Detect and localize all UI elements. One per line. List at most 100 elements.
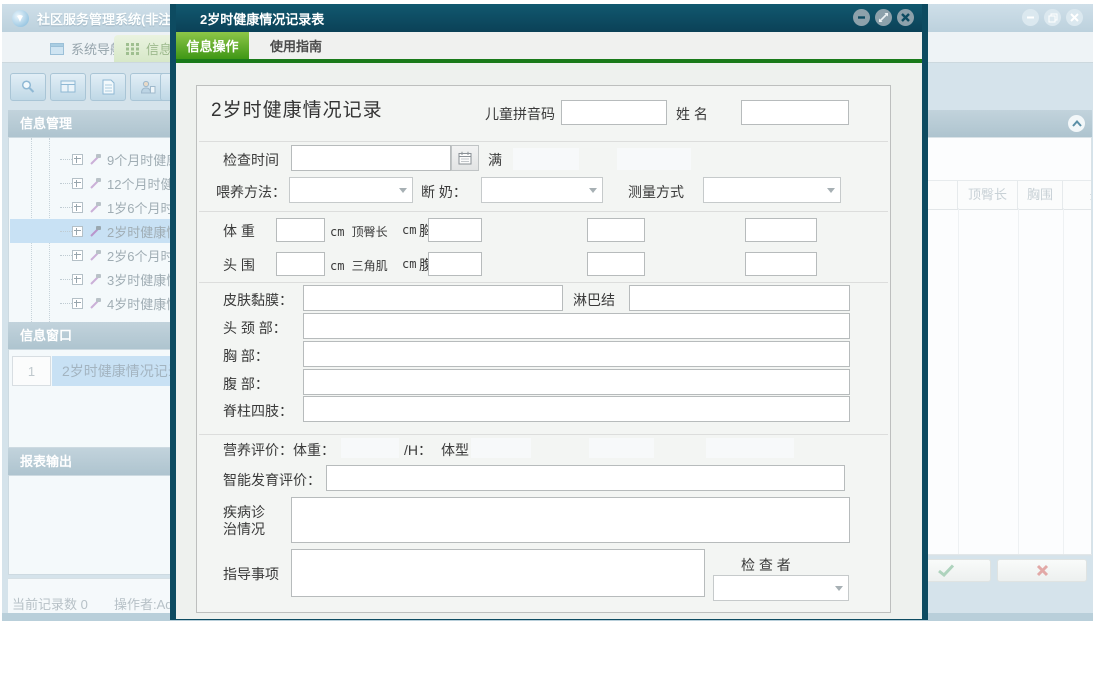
divider <box>199 434 888 435</box>
per-h-label: /H： <box>404 442 432 458</box>
grid-col-header[interactable]: 头围 <box>1063 181 1091 209</box>
age-readonly-field <box>617 148 691 170</box>
dialog-body: 2岁时健康情况记录 儿童拼音码 姓 名 检查时间 满 喂养方法： 断 奶： 测量… <box>176 63 922 619</box>
age-readonly-field <box>513 148 579 170</box>
record-dialog: 2岁时健康情况记录表 信息操作 使用指南 2岁时健康情况记录 儿童拼音码 姓 名… <box>170 4 928 620</box>
cancel-button[interactable] <box>997 559 1087 582</box>
examiner-select[interactable] <box>713 575 849 601</box>
record-icon <box>89 273 102 286</box>
check-time-input[interactable] <box>291 145 451 171</box>
pinyin-input[interactable] <box>561 100 667 125</box>
skin-input[interactable] <box>303 285 563 311</box>
measure-input[interactable] <box>587 252 645 276</box>
expand-icon[interactable] <box>72 297 83 309</box>
dialog-controls <box>853 9 914 26</box>
record-icon <box>89 177 102 190</box>
weaning-select[interactable] <box>481 177 603 203</box>
head-neck-label: 头 颈 部： <box>223 320 287 336</box>
panel-title: 报表输出 <box>20 454 73 469</box>
record-icon <box>89 225 102 238</box>
expand-icon[interactable] <box>72 201 83 213</box>
measure-input[interactable] <box>587 218 645 242</box>
cm-unit-label: cm <box>402 257 417 271</box>
weaning-label: 断 奶： <box>421 184 467 200</box>
expand-icon[interactable] <box>72 153 83 165</box>
grid-col-header[interactable]: 顶臀长 <box>958 181 1018 209</box>
dialog-titlebar[interactable]: 2岁时健康情况记录表 <box>176 4 922 32</box>
measure-input[interactable] <box>745 252 817 276</box>
record-icon <box>89 201 102 214</box>
grid-col-header[interactable]: 胸围 <box>1018 181 1063 209</box>
close-icon[interactable] <box>1066 9 1083 26</box>
nutrition-readonly-field <box>341 438 399 458</box>
restore-icon[interactable] <box>1044 9 1061 26</box>
tab-label: 使用指南 <box>269 39 322 54</box>
nutrition-readonly-field <box>706 438 794 458</box>
abdomen-area-input[interactable] <box>303 369 850 395</box>
expand-icon[interactable] <box>72 177 83 189</box>
grid-icon <box>126 42 139 55</box>
expand-icon[interactable] <box>72 225 83 237</box>
record-form: 2岁时健康情况记录 儿童拼音码 姓 名 检查时间 满 喂养方法： 断 奶： 测量… <box>196 85 891 613</box>
lymph-label: 淋巴结 <box>573 292 615 308</box>
row-index: 1 <box>12 356 51 386</box>
spine-limbs-input[interactable] <box>303 396 850 422</box>
collapse-chevron-icon[interactable] <box>1068 115 1085 132</box>
feeding-label: 喂养方法： <box>216 184 286 200</box>
weight-label: 体 重 <box>223 223 255 239</box>
calendar-icon[interactable] <box>451 145 479 171</box>
weight-units-label: cm 顶臀长 <box>330 225 388 239</box>
abdomen-label: 腹 部： <box>223 376 269 392</box>
measure-label: 测量方式 <box>628 184 684 200</box>
head-circ-input[interactable] <box>276 252 325 276</box>
spine-label: 脊柱四肢： <box>223 403 293 419</box>
head-neck-input[interactable] <box>303 313 850 339</box>
clipped-label: 腹围 <box>419 257 428 273</box>
tab-user-guide[interactable]: 使用指南 <box>261 32 331 59</box>
chevron-down-icon <box>399 188 407 193</box>
weight-input[interactable] <box>276 218 325 242</box>
minimize-icon[interactable] <box>1022 9 1039 26</box>
feeding-select[interactable] <box>289 177 413 203</box>
dialog-maximize-icon[interactable] <box>875 9 892 26</box>
name-label: 姓 名 <box>676 106 708 122</box>
search-icon[interactable] <box>10 73 46 101</box>
dialog-title: 2岁时健康情况记录表 <box>200 11 325 27</box>
tab-info-operation[interactable]: 信息操作 <box>176 32 249 59</box>
measure-select[interactable] <box>703 177 841 203</box>
grid-window-icon[interactable] <box>50 73 86 101</box>
name-input[interactable] <box>741 100 849 125</box>
check-time-label: 检查时间 <box>223 152 279 168</box>
lymph-input[interactable] <box>629 285 850 311</box>
dialog-tabbar: 信息操作 使用指南 <box>176 32 922 59</box>
divider <box>199 141 888 142</box>
nutrition-label: 营养评价：体重： <box>223 442 335 458</box>
intelligence-input[interactable] <box>326 465 845 491</box>
disease-label: 疾病诊 治情况 <box>223 504 265 537</box>
dialog-close-icon[interactable] <box>897 9 914 26</box>
record-icon <box>89 249 102 262</box>
document-icon[interactable] <box>90 73 126 101</box>
form-heading: 2岁时健康情况记录 <box>211 100 383 121</box>
chevron-down-icon <box>835 586 843 591</box>
chevron-down-icon <box>827 188 835 193</box>
divider <box>199 282 888 283</box>
dialog-minimize-icon[interactable] <box>853 9 870 26</box>
guidance-textarea[interactable] <box>291 549 705 597</box>
disease-textarea[interactable] <box>291 497 850 543</box>
panel-title: 信息管理 <box>20 116 73 131</box>
app-icon <box>12 9 29 27</box>
tab-label: 信息操作 <box>186 39 239 54</box>
divider <box>199 211 888 212</box>
abdomen-circ-input[interactable] <box>428 252 482 276</box>
window-icon <box>50 42 64 55</box>
expand-icon[interactable] <box>72 249 83 261</box>
chest-area-input[interactable] <box>303 341 850 367</box>
head-circ-label: 头 围 <box>223 257 255 273</box>
man-label: 满 <box>488 152 502 168</box>
record-count: 当前记录数 0 <box>12 597 88 612</box>
expand-icon[interactable] <box>72 273 83 285</box>
row-index-label: 1 <box>27 364 36 379</box>
chest-input[interactable] <box>428 218 482 242</box>
measure-input[interactable] <box>745 218 817 242</box>
